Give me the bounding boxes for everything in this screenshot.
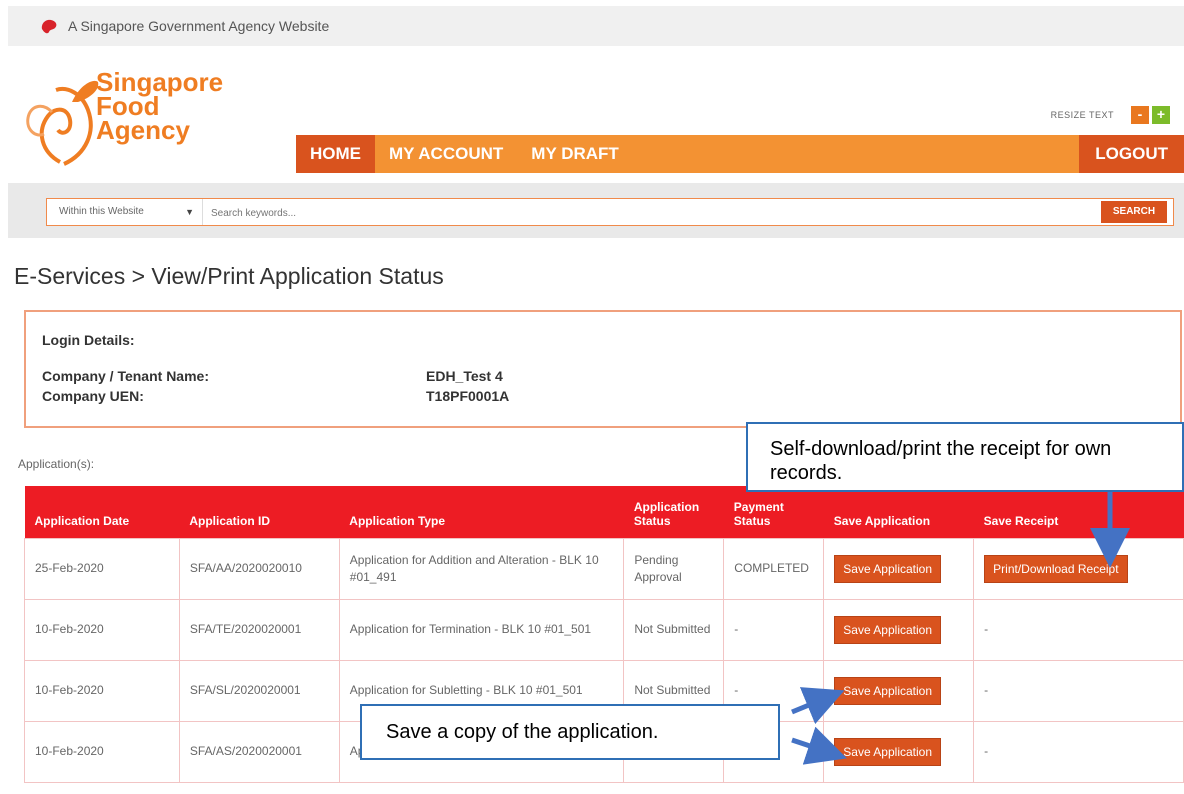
company-name-label: Company / Tenant Name:: [42, 368, 209, 384]
resize-text-label: RESIZE TEXT: [1050, 110, 1114, 120]
sfa-logo-text: Singapore Food Agency: [96, 67, 224, 145]
col-save-receipt: Save Receipt: [973, 486, 1184, 538]
nav-logout[interactable]: LOGOUT: [1079, 135, 1184, 173]
main-nav: HOME MY ACCOUNT MY DRAFT LOGOUT: [296, 135, 1184, 173]
search-scope-select[interactable]: Within this Website ▼: [47, 199, 203, 225]
cell-type: Application for Addition and Alteration …: [338, 537, 625, 600]
nav-home[interactable]: HOME: [296, 135, 375, 173]
table-header-row: Application Date Application ID Applicat…: [24, 486, 1184, 538]
save-application-button[interactable]: Save Application: [834, 676, 942, 705]
save-application-button[interactable]: Save Application: [834, 615, 942, 644]
cell-date: 25-Feb-2020: [24, 537, 180, 600]
increase-text-button[interactable]: +: [1152, 106, 1170, 124]
chevron-down-icon: ▼: [185, 207, 194, 217]
cell-id: SFA/AA/2020020010: [178, 537, 340, 600]
sfa-logo[interactable]: Singapore Food Agency: [22, 67, 224, 170]
cell-receipt: -: [973, 659, 1184, 722]
cell-id: SFA/AS/2020020001: [178, 720, 340, 783]
lion-head-icon: [41, 19, 57, 34]
cell-save: Save Application: [823, 659, 975, 722]
page-title: E-Services > View/Print Application Stat…: [14, 263, 444, 289]
save-application-button[interactable]: Save Application: [834, 554, 942, 583]
cell-status: Not Submitted: [623, 598, 725, 661]
cell-save: Save Application: [823, 598, 975, 661]
col-application-status[interactable]: Application Status: [623, 486, 724, 538]
login-details-box: Login Details: Company / Tenant Name: ED…: [24, 310, 1182, 428]
cell-date: 10-Feb-2020: [24, 598, 180, 661]
cell-id: SFA/TE/2020020001: [178, 598, 340, 661]
table-row: 10-Feb-2020 SFA/TE/2020020001 Applicatio…: [24, 598, 1184, 661]
receipt-callout: Self-download/print the receipt for own …: [746, 422, 1184, 492]
sfa-logo-mark: [26, 80, 99, 166]
table-row: 25-Feb-2020 SFA/AA/2020020010 Applicatio…: [24, 537, 1184, 600]
search-bar: Within this Website ▼ SEARCH: [8, 183, 1184, 238]
col-application-date[interactable]: Application Date: [24, 486, 180, 538]
cell-save: Save Application: [823, 720, 975, 783]
cell-receipt: Print/Download Receipt: [973, 537, 1184, 600]
cell-receipt: -: [973, 598, 1184, 661]
col-save-application: Save Application: [823, 486, 974, 538]
cell-payment: COMPLETED: [723, 537, 825, 600]
applications-label: Application(s):: [18, 457, 95, 471]
company-name-value: EDH_Test 4: [426, 368, 503, 384]
cell-receipt: -: [973, 720, 1184, 783]
cell-save: Save Application: [823, 537, 975, 600]
cell-status: Pending Approval: [623, 537, 725, 600]
company-uen-label: Company UEN:: [42, 388, 144, 404]
login-details-heading: Login Details:: [42, 332, 135, 348]
cell-payment: -: [723, 598, 825, 661]
gov-banner: A Singapore Government Agency Website: [8, 6, 1184, 46]
cell-date: 10-Feb-2020: [24, 720, 180, 783]
search-box: Within this Website ▼ SEARCH: [46, 198, 1174, 226]
cell-date: 10-Feb-2020: [24, 659, 180, 722]
resize-text-control: RESIZE TEXT - +: [1051, 106, 1170, 124]
col-application-type[interactable]: Application Type: [339, 486, 624, 538]
print-download-receipt-button[interactable]: Print/Download Receipt: [984, 554, 1128, 583]
col-application-id[interactable]: Application ID: [179, 486, 340, 538]
save-application-button[interactable]: Save Application: [834, 737, 942, 766]
gov-banner-text: A Singapore Government Agency Website: [68, 18, 330, 34]
col-payment-status[interactable]: Payment Status: [723, 486, 824, 538]
cell-id: SFA/SL/2020020001: [178, 659, 340, 722]
search-input[interactable]: [209, 201, 1013, 225]
nav-my-account[interactable]: MY ACCOUNT: [375, 135, 517, 173]
company-uen-value: T18PF0001A: [426, 388, 510, 404]
save-callout: Save a copy of the application.: [360, 704, 780, 760]
cell-type: Application for Termination - BLK 10 #01…: [338, 598, 625, 661]
nav-my-draft[interactable]: MY DRAFT: [517, 135, 633, 173]
search-button[interactable]: SEARCH: [1101, 201, 1167, 223]
decrease-text-button[interactable]: -: [1131, 106, 1149, 124]
